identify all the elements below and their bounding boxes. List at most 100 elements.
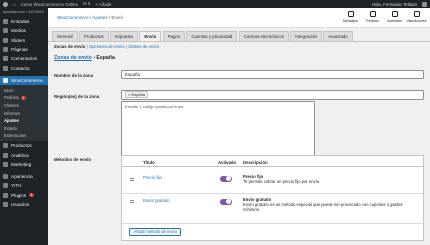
- header-inventario[interactable]: Inventario: [385, 11, 404, 23]
- orders-count-badge: 1: [20, 95, 26, 100]
- zone-regions-select[interactable]: × España: [121, 89, 424, 100]
- submenu-item-ajustes[interactable]: Ajustes: [0, 117, 48, 125]
- method-description: Precio fijo Te permite cobrar un precio …: [243, 174, 321, 185]
- postcodes-textarea[interactable]: Escribe 1 código postal por línea: [121, 101, 315, 156]
- settings-tabs: General Productos Impuesto Envío Pagos C…: [52, 31, 353, 41]
- page-title: Zonas de envío › España: [54, 55, 115, 61]
- drag-handle-icon[interactable]: [130, 178, 134, 181]
- header-pedidos[interactable]: Pedidos: [363, 11, 382, 23]
- comments-link[interactable]: ✉ 0: [83, 1, 90, 7]
- archive-icon: [3, 143, 8, 149]
- tab-envio[interactable]: Envío: [139, 31, 162, 41]
- user-greeting[interactable]: Hola, Fernando Tellado: [372, 2, 417, 7]
- woocommerce-submenu: Inicio Pedidos 1 Clientes Informes Ajuste…: [0, 84, 48, 142]
- tabs-divider: [48, 40, 430, 42]
- media-icon: [3, 28, 8, 34]
- sidebar-item-yith[interactable]: YITH: [0, 181, 48, 190]
- shipping-subnav: Zonas de envío | Opciones de envío | Cla…: [54, 43, 160, 49]
- zones-link[interactable]: Zonas de envío: [54, 55, 92, 61]
- breadcrumb-woocommerce[interactable]: WooCommerce: [57, 15, 89, 20]
- header-valoraciones[interactable]: Valoraciones: [407, 11, 427, 23]
- brush-icon: [3, 174, 8, 180]
- tab-cuentas-privacidad[interactable]: Cuentas y privacidad: [186, 31, 238, 41]
- pin-icon: [3, 19, 8, 25]
- mail-icon: [3, 65, 8, 71]
- sidebar-item-plugins[interactable]: Plugins 1: [0, 191, 48, 200]
- submenu-item-informes[interactable]: Informes: [0, 109, 48, 117]
- sidebar-item-sliders[interactable]: Sliders: [0, 36, 48, 45]
- tab-impuesto[interactable]: Impuesto: [110, 31, 139, 41]
- shipping-methods-label: Métodos de envío: [54, 157, 92, 162]
- drag-handle-icon[interactable]: [130, 200, 134, 203]
- subnav-zonas[interactable]: Zonas de envío: [54, 44, 85, 49]
- table-row: Precio fijo Precio fijo Te permite cobra…: [122, 167, 423, 194]
- header-activity-icons: Mensajes Pedidos Inventario Valoraciones: [341, 11, 427, 23]
- column-title: Título: [143, 159, 155, 165]
- new-content-link[interactable]: + Añadir: [95, 2, 111, 7]
- submenu-item-pedidos[interactable]: Pedidos 1: [0, 94, 48, 102]
- tab-avanzado[interactable]: Avanzado: [323, 31, 353, 41]
- add-shipping-method-button[interactable]: Añadir método de envío: [129, 227, 182, 236]
- sidebar-item-usuarios[interactable]: Usuarios: [0, 200, 48, 209]
- box-icon: [391, 11, 398, 17]
- column-enabled: Activado: [218, 159, 237, 165]
- subnav-opciones[interactable]: Opciones de envío: [89, 44, 125, 49]
- sidebar-item-apariencia[interactable]: Apariencia: [0, 172, 48, 181]
- page-icon: [3, 46, 8, 52]
- breadcrumb: WooCommerce / Ajustes / Envío: [57, 14, 124, 20]
- megaphone-icon: [3, 161, 8, 167]
- orders-icon: [369, 11, 376, 17]
- method-description: Envío gratuito Envío gratuito es un méto…: [243, 197, 403, 213]
- tab-correos[interactable]: Correos electrónicos: [238, 31, 289, 41]
- slider-icon: [3, 37, 8, 43]
- submenu-item-clientes[interactable]: Clientes: [0, 102, 48, 110]
- zone-name-field[interactable]: España: [121, 69, 424, 79]
- sidebar-item-productos[interactable]: Productos: [0, 141, 48, 150]
- sidebar-item-entradas[interactable]: Entradas: [0, 17, 48, 26]
- plugins-update-badge: 1: [29, 193, 34, 198]
- header-mensajes[interactable]: Mensajes: [341, 11, 360, 23]
- zone-title: España: [96, 55, 115, 61]
- column-description: Descripción: [243, 159, 268, 165]
- tab-pagos[interactable]: Pagos: [162, 31, 186, 41]
- home-icon: ⌂: [13, 1, 16, 7]
- sidebar-item-medios[interactable]: Medios: [0, 26, 48, 35]
- submenu-item-estado[interactable]: Estado: [0, 124, 48, 132]
- inbox-icon: [347, 11, 354, 17]
- zone-name-label: Nombre de la zona: [54, 73, 94, 78]
- sidebar-item-analitica[interactable]: Analítica: [0, 150, 48, 159]
- breadcrumb-current: Envío: [111, 14, 124, 20]
- subnav-clases[interactable]: Clases de envío: [128, 44, 159, 49]
- sidebar-item-contacto[interactable]: Contacto: [0, 63, 48, 72]
- method-enabled-toggle[interactable]: [220, 175, 232, 182]
- tab-general[interactable]: General: [52, 31, 78, 41]
- user-icon: [3, 202, 8, 208]
- breadcrumb-ajustes[interactable]: Ajustes: [92, 15, 107, 20]
- site-name-link[interactable]: Curso WooCommerce Online: [21, 2, 78, 7]
- submenu-item-extensiones[interactable]: Extensiones: [0, 132, 48, 140]
- sidebar-item-comentarios[interactable]: Comentarios: [0, 54, 48, 63]
- tab-integracion[interactable]: Integración: [290, 31, 322, 41]
- submenu-item-inicio[interactable]: Inicio: [0, 86, 48, 94]
- method-enabled-toggle[interactable]: [220, 198, 232, 205]
- method-title-link[interactable]: Precio fijo: [143, 175, 162, 180]
- woocommerce-icon: [3, 77, 8, 83]
- wordpress-logo-icon[interactable]: [3, 1, 8, 7]
- plug-icon: [3, 192, 8, 198]
- region-chip-espana[interactable]: × España: [125, 91, 149, 98]
- yith-icon: [3, 183, 8, 189]
- comment-icon: [3, 56, 8, 62]
- sidebar-brand: ayudawp.com / 44210003: [3, 9, 45, 14]
- admin-sidebar: ayudawp.com / 44210003 Entradas Medios S…: [0, 8, 48, 245]
- sidebar-item-paginas[interactable]: Páginas: [0, 45, 48, 54]
- star-icon: [413, 11, 420, 17]
- admin-bar: ⌂ Curso WooCommerce Online ✉ 0 + Añadir …: [0, 0, 430, 8]
- sidebar-item-woocommerce[interactable]: WooCommerce: [0, 75, 48, 85]
- table-header: Título Activado Descripción: [122, 156, 423, 167]
- sidebar-item-marketing[interactable]: Marketing: [0, 160, 48, 169]
- zone-regions-label: Región(es) de la zona: [54, 94, 100, 99]
- avatar[interactable]: [422, 1, 427, 7]
- shipping-methods-table: Título Activado Descripción Precio fijo …: [121, 155, 424, 241]
- method-title-link[interactable]: Envío gratuito: [143, 198, 170, 203]
- tab-productos[interactable]: Productos: [78, 31, 109, 41]
